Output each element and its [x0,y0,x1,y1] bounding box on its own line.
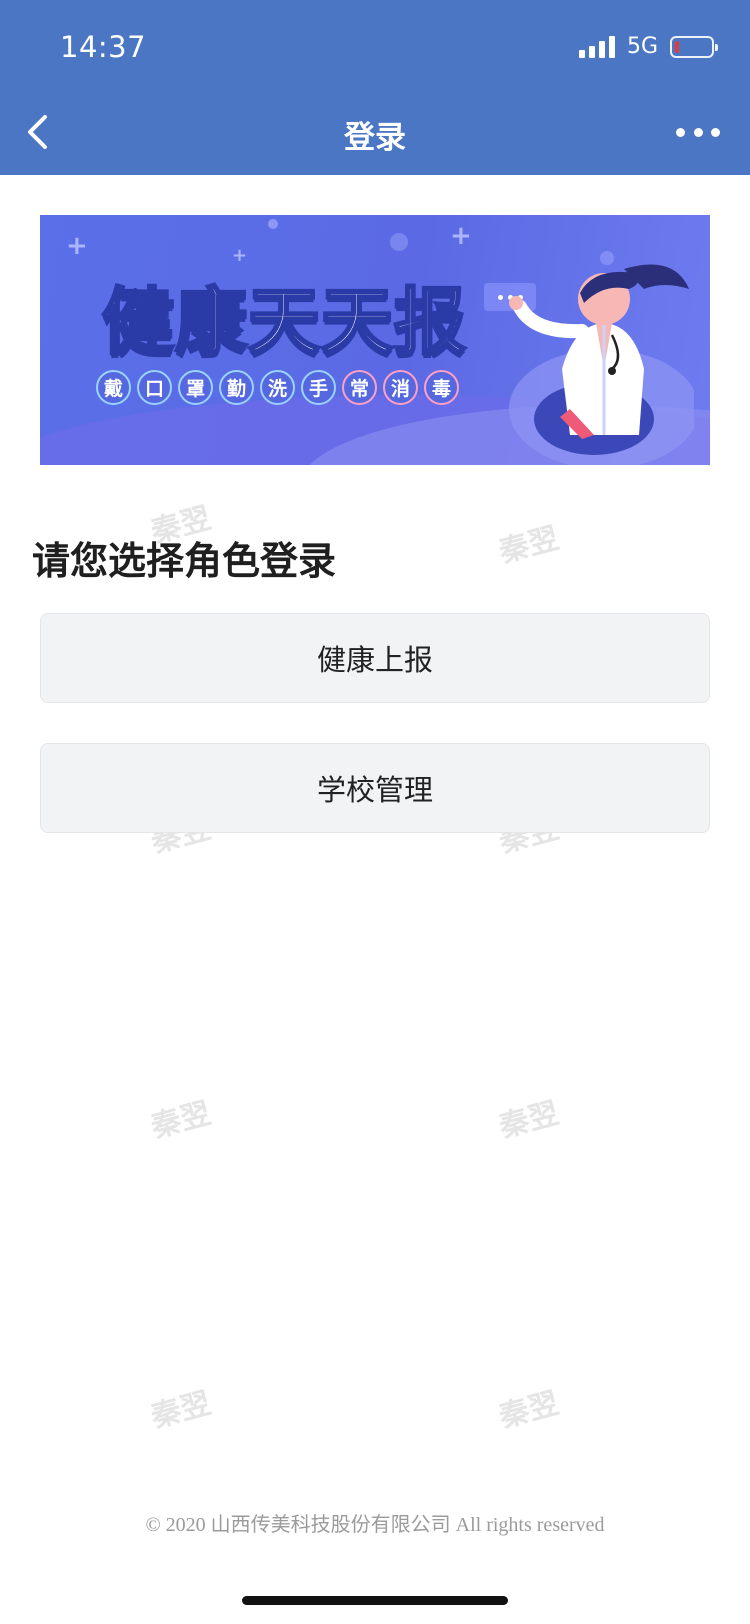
more-horizontal-icon [676,127,685,137]
login-page: 14:37 5G 登录 + + + 健康天天报 戴 口 罩 勤 洗 手 常 消 … [0,0,750,1624]
copyright-footer: © 2020 山西传美科技股份有限公司 All rights reserved [145,1514,605,1536]
slogan-char: 罩 [178,370,213,405]
slogan-char: 毒 [424,370,459,405]
health-report-button[interactable]: 健康上报 [40,613,710,703]
signal-icon [578,35,615,58]
school-management-button[interactable]: 学校管理 [40,743,710,833]
network-type: 5G [626,34,658,59]
plus-icon: + [450,221,472,251]
slogan-char: 常 [342,370,377,405]
health-banner: + + + 健康天天报 戴 口 罩 勤 洗 手 常 消 毒 [40,215,710,465]
watermark-text: 秦翌 [495,520,563,571]
battery-icon [670,35,718,58]
page-title: 登录 [344,120,406,156]
top-bar: 14:37 5G 登录 [0,0,750,175]
status-indicators: 5G [578,34,718,59]
status-time: 14:37 [60,30,147,64]
watermark-text: 秦翌 [495,1095,563,1146]
slogan-char: 口 [137,370,172,405]
banner-slogan: 戴 口 罩 勤 洗 手 常 消 毒 [96,370,459,405]
slogan-char: 洗 [260,370,295,405]
battery-level [675,40,679,53]
slogan-char: 消 [383,370,418,405]
role-select-title: 请您选择角色登录 [32,539,337,583]
plus-icon: + [66,231,88,261]
more-button[interactable] [676,120,720,144]
watermark-text: 秦翌 [147,1095,215,1146]
doctor-illustration-icon [509,264,694,465]
home-indicator[interactable] [242,1596,508,1605]
watermark-text: 秦翌 [495,1385,563,1436]
slogan-char: 勤 [219,370,254,405]
slogan-char: 戴 [96,370,131,405]
slogan-char: 手 [301,370,336,405]
watermark-text: 秦翌 [147,1385,215,1436]
banner-headline: 健康天天报 [100,279,468,366]
